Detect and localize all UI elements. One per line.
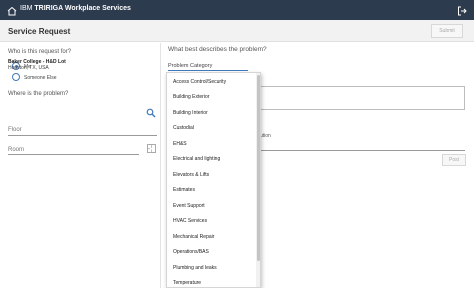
brand-name: IBM <box>20 5 33 12</box>
category-option[interactable]: Building Interior <box>167 105 256 121</box>
top-bar: IBM TRIRIGA Workplace Services <box>0 0 474 20</box>
category-option[interactable]: Operations/BAS <box>167 245 256 261</box>
category-option[interactable]: Temperature <box>167 276 256 288</box>
problem-category-placeholder: Problem Category <box>168 63 213 69</box>
category-option[interactable]: Event Support <box>167 198 256 214</box>
location-city: Houston, TX, USA <box>8 65 49 71</box>
dropdown-scrollbar-thumb[interactable] <box>257 75 260 261</box>
radio-someone-else[interactable] <box>12 73 20 81</box>
submit-button[interactable]: Submit <box>431 24 463 38</box>
logout-icon[interactable] <box>456 4 468 16</box>
requester-question: Who is this request for? <box>8 49 72 55</box>
radio-someone-else-label: Someone Else <box>24 74 57 81</box>
category-option[interactable]: Access Control/Security <box>167 74 256 90</box>
description-textarea[interactable] <box>259 86 465 110</box>
category-option[interactable]: EH&S <box>167 136 256 152</box>
category-option[interactable]: Mechanical Repair <box>167 229 256 245</box>
problem-question: What best describes the problem? <box>168 46 267 53</box>
page-header: Service Request Submit <box>0 20 474 42</box>
floor-label: Floor <box>8 127 22 133</box>
app-title: IBM TRIRIGA Workplace Services <box>20 5 131 12</box>
request-details-panel: Who is this request for? Me Someone Else… <box>0 43 161 288</box>
category-option[interactable]: Custodial <box>167 121 256 137</box>
solution-field[interactable] <box>259 150 465 151</box>
room-field[interactable] <box>8 154 139 155</box>
solution-label: ution <box>260 133 271 139</box>
problem-category-dropdown: Access Control/Security Building Exterio… <box>166 72 261 288</box>
product-name: TRIRIGA Workplace Services <box>34 5 131 12</box>
post-button[interactable]: Post <box>442 154 466 166</box>
category-option[interactable]: Estimates <box>167 183 256 199</box>
category-option[interactable]: Plumbing and leaks <box>167 260 256 276</box>
home-icon[interactable] <box>6 4 18 16</box>
floor-field[interactable] <box>8 135 157 136</box>
floor-plan-icon[interactable] <box>147 144 156 153</box>
page-title: Service Request <box>8 27 71 36</box>
category-option[interactable]: HVAC Services <box>167 214 256 230</box>
category-option[interactable]: Building Exterior <box>167 90 256 106</box>
location-question: Where is the problem? <box>8 91 69 97</box>
category-option[interactable]: Electrical and lighting <box>167 152 256 168</box>
room-label: Room <box>8 147 25 153</box>
search-icon[interactable] <box>146 105 156 118</box>
category-option[interactable]: Elevators & Lifts <box>167 167 256 183</box>
